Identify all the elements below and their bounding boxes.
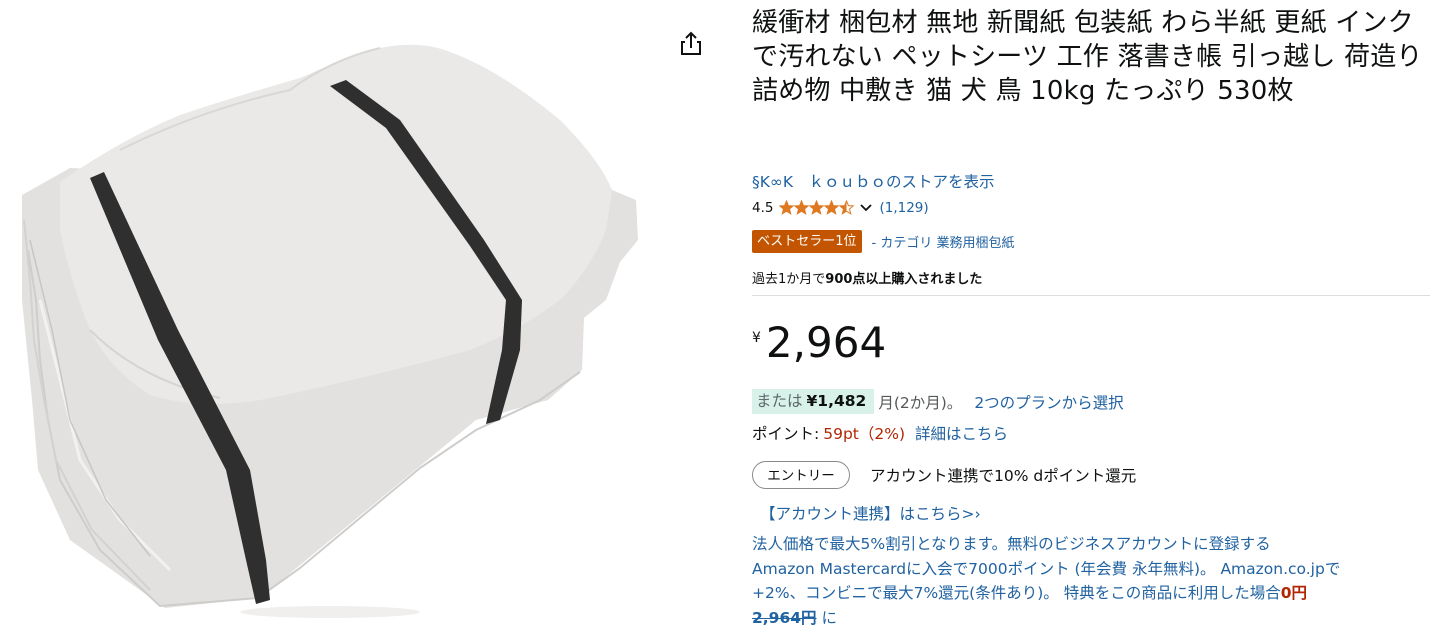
discounted-price: 0円 bbox=[1281, 584, 1307, 602]
rating-row: 4.5 (1,129) bbox=[752, 198, 929, 218]
divider bbox=[752, 295, 1430, 296]
mastercard-offer-line3[interactable]: +2%、コンビニで最大7%還元(条件あり)。 特典をこの商品に利用した場合0円 bbox=[752, 581, 1430, 606]
points-label: ポイント: bbox=[752, 425, 819, 443]
original-price-strike: 2,964円 bbox=[752, 609, 817, 627]
rating-count-link[interactable]: (1,129) bbox=[879, 200, 928, 216]
entry-row: エントリー アカウント連携で10% dポイント還元 bbox=[752, 460, 1136, 490]
installment-row: または¥1,482 月(2か月)。 2つのプランから選択 bbox=[752, 389, 1124, 414]
business-price-link[interactable]: 法人価格で最大5%割引となります。無料のビジネスアカウントに登録する bbox=[752, 532, 1430, 557]
price-symbol: ¥ bbox=[752, 330, 761, 346]
points-value: 59pt（2%) bbox=[823, 425, 905, 443]
price-block: ¥ 2,964 bbox=[752, 318, 886, 368]
installment-prefix: または bbox=[756, 392, 803, 410]
product-title: 緩衝材 梱包材 無地 新聞紙 包装紙 わら半紙 更紙 インクで汚れない ペットシ… bbox=[752, 6, 1424, 108]
bestseller-category-link[interactable]: - カテゴリ 業務用梱包紙 bbox=[872, 232, 1015, 251]
points-details-link[interactable]: 詳細はこちら bbox=[915, 425, 1008, 443]
mastercard-offer-line4[interactable]: 2,964円 に bbox=[752, 606, 1430, 630]
chevron-down-icon[interactable] bbox=[859, 203, 873, 213]
bestseller-row: ベストセラー1位 - カテゴリ 業務用梱包紙 bbox=[752, 229, 1015, 253]
product-image-pane bbox=[0, 0, 690, 629]
mastercard-offer-text: +2%、コンビニで最大7%還元(条件あり)。 特典をこの商品に利用した場合 bbox=[752, 584, 1281, 602]
entry-description: アカウント連携で10% dポイント還元 bbox=[870, 464, 1136, 486]
installment-suffix: 月(2か月)。 bbox=[878, 391, 962, 413]
store-link[interactable]: §K∞K ｋｏｕｂｏのストアを表示 bbox=[752, 170, 995, 192]
business-offers: 法人価格で最大5%割引となります。無料のビジネスアカウントに登録する Amazo… bbox=[752, 532, 1430, 630]
entry-button[interactable]: エントリー bbox=[752, 461, 850, 489]
points-row: ポイント:59pt（2%) 詳細はこちら bbox=[752, 422, 1008, 444]
mastercard-offer-suffix: に bbox=[817, 609, 837, 627]
installment-amount: ¥1,482 bbox=[807, 392, 867, 410]
installment-plan-link[interactable]: 2つのプランから選択 bbox=[974, 391, 1123, 413]
bestseller-badge[interactable]: ベストセラー1位 bbox=[752, 230, 862, 253]
price-value: 2,964 bbox=[766, 318, 886, 368]
account-link[interactable]: 【アカウント連携】はこちら>› bbox=[760, 502, 981, 524]
star-rating-icon[interactable] bbox=[779, 200, 855, 216]
share-icon[interactable] bbox=[678, 30, 704, 58]
stack-of-paper-with-straps-image[interactable] bbox=[0, 0, 690, 629]
mastercard-offer-link[interactable]: Amazon Mastercardに入会で7000ポイント (年会費 永年無料)… bbox=[752, 557, 1430, 582]
bought-prefix: 過去1か月で bbox=[752, 272, 825, 287]
bought-in-past-month: 過去1か月で900点以上購入されました bbox=[752, 268, 982, 287]
bought-count: 900点以上購入されました bbox=[825, 272, 982, 287]
rating-value: 4.5 bbox=[752, 200, 773, 216]
installment-pill: または¥1,482 bbox=[752, 389, 874, 414]
